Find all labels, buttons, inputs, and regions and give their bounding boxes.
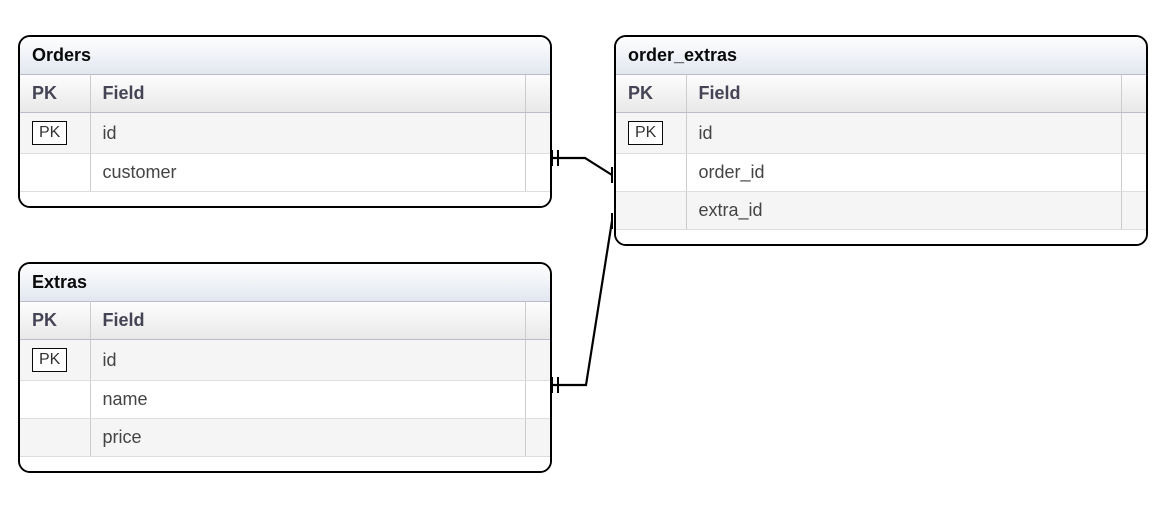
table-title: order_extras [616,37,1146,74]
cell-field: price [90,419,526,457]
cell-field: id [90,340,526,381]
header-field: Field [686,75,1122,113]
table-header-row: PK Field [616,75,1146,113]
erd-canvas: Orders PK Field PK id customer order_ext… [0,0,1176,528]
cell-pk: PK [20,113,90,154]
header-pk: PK [616,75,686,113]
table-row[interactable]: PK id [20,340,550,381]
header-spacer [526,75,551,113]
table-header-row: PK Field [20,302,550,340]
table-order-extras[interactable]: order_extras PK Field PK id order_id ext… [614,35,1148,246]
table-footer [20,457,550,471]
header-pk: PK [20,75,90,113]
cell-pk [20,381,90,419]
cell-field: id [90,113,526,154]
table-row[interactable]: PK id [616,113,1146,154]
table-extras[interactable]: Extras PK Field PK id name price [18,262,552,473]
cell-pk [20,419,90,457]
cell-field: order_id [686,154,1122,192]
table-grid: PK Field PK id order_id extra_id [616,74,1146,230]
cell-field: extra_id [686,192,1122,230]
table-grid: PK Field PK id name price [20,301,550,457]
table-row[interactable]: order_id [616,154,1146,192]
table-row[interactable]: name [20,381,550,419]
cell-field: customer [90,154,526,192]
cell-pk: PK [616,113,686,154]
cell-pk [616,154,686,192]
table-footer [20,192,550,206]
table-grid: PK Field PK id customer [20,74,550,192]
table-row[interactable]: customer [20,154,550,192]
header-pk: PK [20,302,90,340]
header-field: Field [90,75,526,113]
table-row[interactable]: PK id [20,113,550,154]
cell-field: name [90,381,526,419]
table-orders[interactable]: Orders PK Field PK id customer [18,35,552,208]
table-footer [616,230,1146,244]
cell-field: id [686,113,1122,154]
cell-pk: PK [20,340,90,381]
header-field: Field [90,302,526,340]
table-row[interactable]: extra_id [616,192,1146,230]
cell-pk [20,154,90,192]
header-spacer [1122,75,1147,113]
cell-pk [616,192,686,230]
table-row[interactable]: price [20,419,550,457]
table-title: Extras [20,264,550,301]
header-spacer [526,302,551,340]
table-header-row: PK Field [20,75,550,113]
table-title: Orders [20,37,550,74]
